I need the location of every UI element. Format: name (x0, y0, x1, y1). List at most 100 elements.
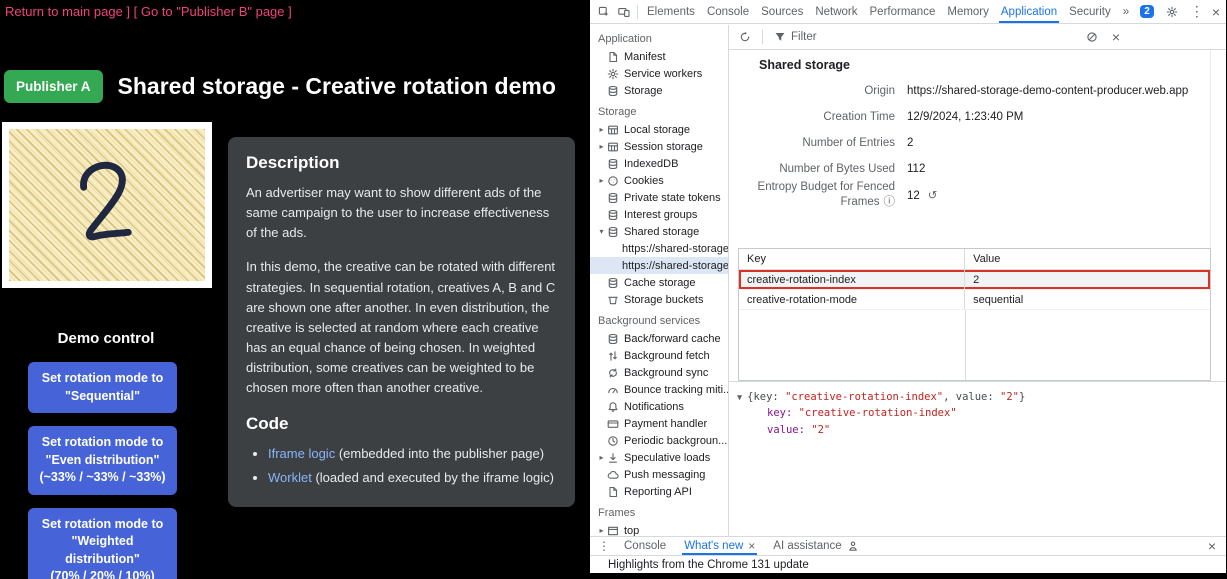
return-main-link[interactable]: Return to main page (5, 4, 123, 19)
devtools-tab-security[interactable]: Security (1063, 0, 1117, 23)
more-tabs-button[interactable]: » (1117, 0, 1135, 23)
publisher-b-link[interactable]: Go to "Publisher B" page (141, 4, 285, 19)
sidebar-item-https-shared-storage[interactable]: https://shared-storage... (590, 240, 728, 257)
sidebar-item-label: Service workers (624, 68, 702, 80)
devtools-tab-sources[interactable]: Sources (755, 0, 809, 23)
sidebar-item-background-fetch[interactable]: Background fetch (590, 347, 728, 364)
creative-ad (9, 129, 205, 281)
sidebar-item-https-shared-storage[interactable]: https://shared-storage... (590, 257, 728, 274)
publisher-badge: Publisher A (4, 70, 103, 103)
sidebar-item-bounce-tracking-miti[interactable]: Bounce tracking miti... (590, 381, 728, 398)
code-bullet: Worklet (loaded and executed by the ifra… (268, 468, 557, 488)
column-header-key[interactable]: Key (739, 249, 965, 269)
rotation-weighted-distribution-button[interactable]: Set rotation mode to "Weighted distribut… (28, 508, 177, 579)
sidebar-item-private-state-tokens[interactable]: Private state tokens (590, 189, 728, 206)
sidebar-item-session-storage[interactable]: ▸Session storage (590, 138, 728, 155)
devtools-body: ApplicationManifest Service workers Storag… (590, 25, 1226, 536)
toolbar-right-controls: × (1086, 29, 1120, 45)
expander-closed-icon[interactable]: ▸ (596, 453, 607, 462)
sidebar-item-cache-storage[interactable]: Cache storage (590, 274, 728, 291)
sidebar-item-interest-groups[interactable]: Interest groups (590, 206, 728, 223)
drawer-close-icon[interactable]: × (1208, 538, 1220, 554)
table-row-creative-rotation-mode[interactable]: creative-rotation-modesequential (739, 290, 1210, 310)
sidebar-item-background-sync[interactable]: Background sync (590, 364, 728, 381)
expander-closed-icon[interactable]: ▸ (596, 125, 607, 134)
rotation-sequential-button[interactable]: Set rotation mode to "Sequential" (28, 362, 177, 413)
sidebar-item-speculative-loads[interactable]: ▸Speculative loads (590, 449, 728, 466)
expander-closed-icon[interactable]: ▸ (596, 526, 607, 535)
metadata-value: 12↺ (907, 188, 937, 202)
expander-closed-icon[interactable]: ▸ (596, 142, 607, 151)
settings-gear-icon[interactable] (1162, 6, 1182, 18)
metadata-label: Number of Bytes Used (729, 163, 907, 175)
reset-budget-icon[interactable]: ↺ (928, 190, 938, 202)
sidebar-item-storage-buckets[interactable]: Storage buckets (590, 291, 728, 308)
expander-closed-icon[interactable]: ▸ (596, 176, 607, 185)
sidebar-item-label: Local storage (624, 124, 690, 136)
db-icon (607, 226, 619, 238)
person-icon (847, 540, 859, 552)
description-card: Description An advertiser may want to sh… (228, 137, 575, 507)
sidebar-item-top[interactable]: ▸top (590, 522, 728, 536)
inspect-element-icon[interactable] (594, 6, 614, 18)
sidebar-item-label: Reporting API (624, 486, 692, 498)
drawer-tab-console[interactable]: Console (615, 537, 675, 555)
clear-block-icon[interactable] (1086, 31, 1098, 43)
sidebar-section-application: Application (590, 26, 728, 48)
filter-label: Filter (791, 31, 817, 43)
sidebar-item-label: Storage buckets (624, 294, 704, 306)
table-row-creative-rotation-index[interactable]: creative-rotation-index2 (739, 270, 1210, 290)
sidebar-item-cookies[interactable]: ▸Cookies (590, 172, 728, 189)
info-icon[interactable]: ⓘ (884, 196, 896, 208)
devtools-tab-console[interactable]: Console (701, 0, 755, 23)
iframe-logic-link[interactable]: Iframe logic (268, 446, 335, 461)
devtools-tab-elements[interactable]: Elements (641, 0, 701, 23)
sidebar-item-payment-handler[interactable]: Payment handler (590, 415, 728, 432)
sidebar-item-manifest[interactable]: Manifest (590, 48, 728, 65)
sidebar-item-indexeddb[interactable]: IndexedDB (590, 155, 728, 172)
devtools: ElementsConsoleSourcesNetworkPerformance… (590, 0, 1226, 573)
rotation-even-distribution-button[interactable]: Set rotation mode to "Even distribution"… (28, 426, 177, 495)
devtools-tab-application[interactable]: Application (995, 0, 1063, 23)
toolbar-close-icon[interactable]: × (1112, 29, 1120, 45)
sidebar-item-label: https://shared-storage... (622, 243, 728, 255)
sidebar-item-service-workers[interactable]: Service workers (590, 65, 728, 82)
devtools-tab-performance[interactable]: Performance (864, 0, 942, 23)
close-tab-icon[interactable]: × (748, 539, 755, 553)
drawer-tab-what-s-new[interactable]: What's new× (675, 537, 764, 555)
devtools-tab-memory[interactable]: Memory (941, 0, 995, 23)
preview-expander-icon[interactable]: ▼ (737, 393, 742, 403)
sidebar-section-frames: Frames (590, 500, 728, 522)
drawer-menu-icon[interactable]: ⋮ (598, 539, 610, 553)
panel-content: Shared storage Originhttps://shared-stor… (729, 50, 1226, 536)
worklet-link[interactable]: Worklet (268, 470, 312, 485)
whats-new-highlight[interactable]: Highlights from the Chrome 131 update (608, 559, 809, 571)
sidebar-item-reporting-api[interactable]: Reporting API (590, 483, 728, 500)
column-header-value[interactable]: Value (965, 249, 1210, 269)
sidebar-item-storage[interactable]: Storage (590, 82, 728, 99)
devtools-close-icon[interactable]: × (1212, 4, 1220, 20)
sidebar-item-label: Push messaging (624, 469, 705, 481)
description-heading: Description (246, 153, 557, 173)
code-bullet-text: (embedded into the publisher page) (335, 446, 544, 461)
sidebar-item-push-messaging[interactable]: Push messaging (590, 466, 728, 483)
refresh-icon[interactable] (739, 31, 751, 43)
code-bullet: Iframe logic (embedded into the publishe… (268, 444, 557, 464)
devtools-menu-icon[interactable]: ⋮ (1190, 3, 1204, 20)
expander-open-icon[interactable]: ▾ (596, 227, 607, 236)
sidebar-item-notifications[interactable]: Notifications (590, 398, 728, 415)
issues-count-badge[interactable]: 2 (1140, 5, 1154, 18)
sidebar-item-back-forward-cache[interactable]: Back/forward cache (590, 330, 728, 347)
sidebar-item-local-storage[interactable]: ▸ Local storage (590, 121, 728, 138)
filter-input[interactable]: Filter (774, 31, 817, 43)
preview-plain-token: } (1019, 391, 1025, 403)
device-toolbar-icon[interactable] (614, 6, 634, 18)
metadata-value: 12/9/2024, 1:23:40 PM (907, 111, 1023, 123)
metadata-row-number-of-bytes-used: Number of Bytes Used112 (729, 156, 1226, 182)
cell-key: creative-rotation-mode (739, 290, 965, 309)
drawer-tab-ai-assistance[interactable]: AI assistance (764, 537, 867, 555)
creative-frame (2, 122, 212, 288)
sidebar-item-shared-storage[interactable]: ▾Shared storage (590, 223, 728, 240)
devtools-tab-network[interactable]: Network (809, 0, 863, 23)
sidebar-item-periodic-backgroun[interactable]: Periodic backgroun... (590, 432, 728, 449)
